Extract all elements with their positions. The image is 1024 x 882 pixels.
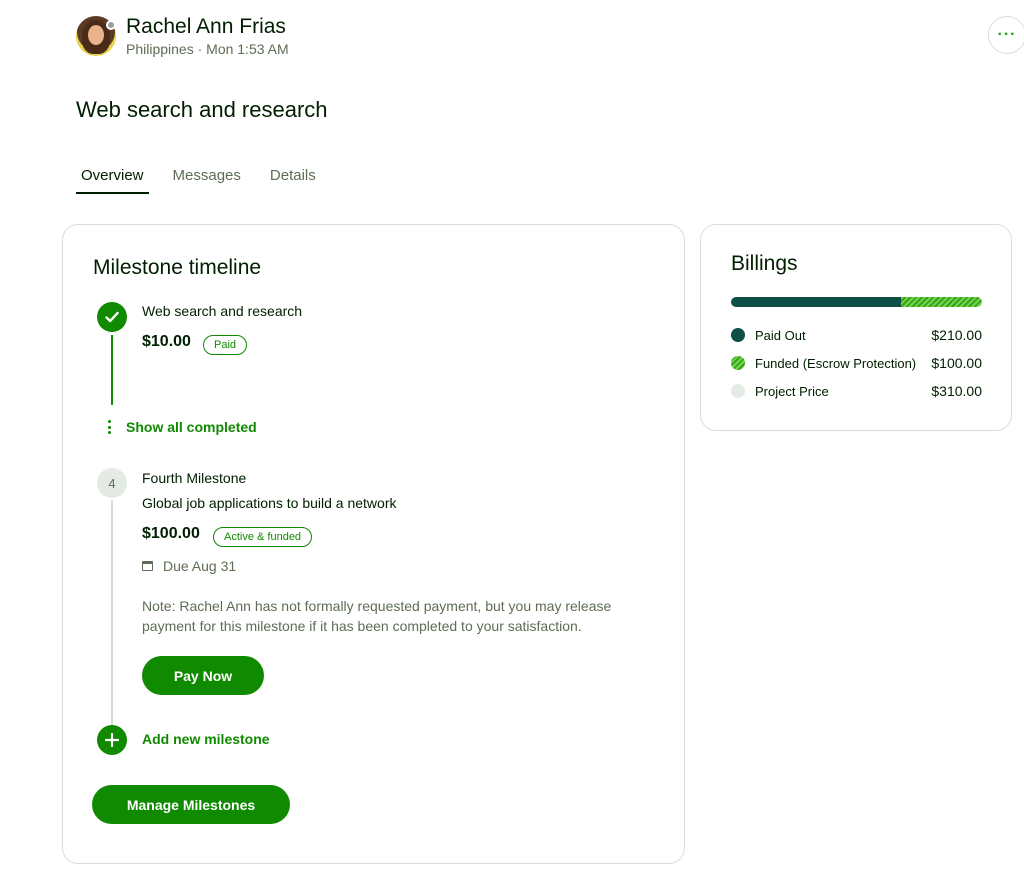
header-text: Rachel Ann Frias Philippines · Mon 1:53 … [126,14,289,58]
timeline-line-completed [111,335,113,405]
paid-out-legend-icon [731,328,745,342]
plus-icon [105,733,119,747]
paid-badge: Paid [203,335,248,355]
tab-overview[interactable]: Overview [76,160,149,194]
billing-amount: $100.00 [931,355,982,371]
billings-card: Billings Paid Out $210.00 Funded (Escrow… [700,224,1012,431]
billing-label: Funded (Escrow Protection) [755,355,917,371]
more-options-button[interactable]: ··· [988,16,1024,54]
payment-note: Note: Rachel Ann has not formally reques… [142,598,612,634]
tab-details[interactable]: Details [265,160,321,194]
funded-bar-segment [901,297,982,307]
pay-now-button[interactable]: Pay Now [142,656,264,695]
project-price-legend-icon [731,384,745,398]
milestone-timeline-title: Milestone timeline [93,256,262,279]
milestone-timeline-card: Milestone timeline Web search and resear… [62,224,685,864]
user-location-time: Philippines · Mon 1:53 AM [126,41,289,57]
due-date: Due Aug 31 [142,558,236,574]
billings-title: Billings [731,252,798,275]
funded-legend-icon [731,356,745,370]
more-options-icon: ··· [997,26,1017,43]
show-all-completed-label: Show all completed [126,419,257,435]
status-dot-icon [106,20,116,30]
completed-milestone-name: Web search and research [142,303,303,319]
billing-label: Project Price [755,383,829,399]
milestone-number-badge: 4 [97,468,127,498]
billing-amount: $310.00 [931,383,982,399]
completed-step-icon [97,302,127,332]
avatar[interactable] [76,16,116,56]
vertical-dots-icon [108,420,112,434]
current-milestone-name: Fourth Milestone [142,470,247,486]
billing-amount: $210.00 [931,327,982,343]
tab-messages[interactable]: Messages [168,160,246,194]
billing-row-paid-out: Paid Out $210.00 [731,327,982,343]
billing-label: Paid Out [755,327,806,343]
due-date-label: Due Aug 31 [163,558,237,574]
completed-milestone-amount: $10.00 [142,333,191,350]
user-name[interactable]: Rachel Ann Frias [126,14,289,40]
checkmark-icon [105,311,119,323]
billing-row-funded: Funded (Escrow Protection) $100.00 [731,355,982,371]
billing-row-project-price: Project Price $310.00 [731,383,982,399]
active-funded-badge: Active & funded [213,527,313,547]
timeline-line-pending [111,500,113,725]
calendar-icon [142,561,153,571]
tab-bar: Overview Messages Details [76,160,340,194]
add-new-milestone-link[interactable]: Add new milestone [142,731,270,747]
current-milestone-amount: $100.00 [142,525,200,542]
paid-out-bar-segment [731,297,902,307]
add-milestone-icon[interactable] [97,725,127,755]
freelancer-header: Rachel Ann Frias Philippines · Mon 1:53 … [76,14,289,58]
page-title: Web search and research [76,97,328,122]
avatar-face [88,25,104,45]
manage-milestones-button[interactable]: Manage Milestones [92,785,290,824]
billing-progress-bar [731,297,982,307]
show-all-completed-link[interactable]: Show all completed [108,419,257,435]
current-milestone-description: Global job applications to build a netwo… [142,495,397,511]
